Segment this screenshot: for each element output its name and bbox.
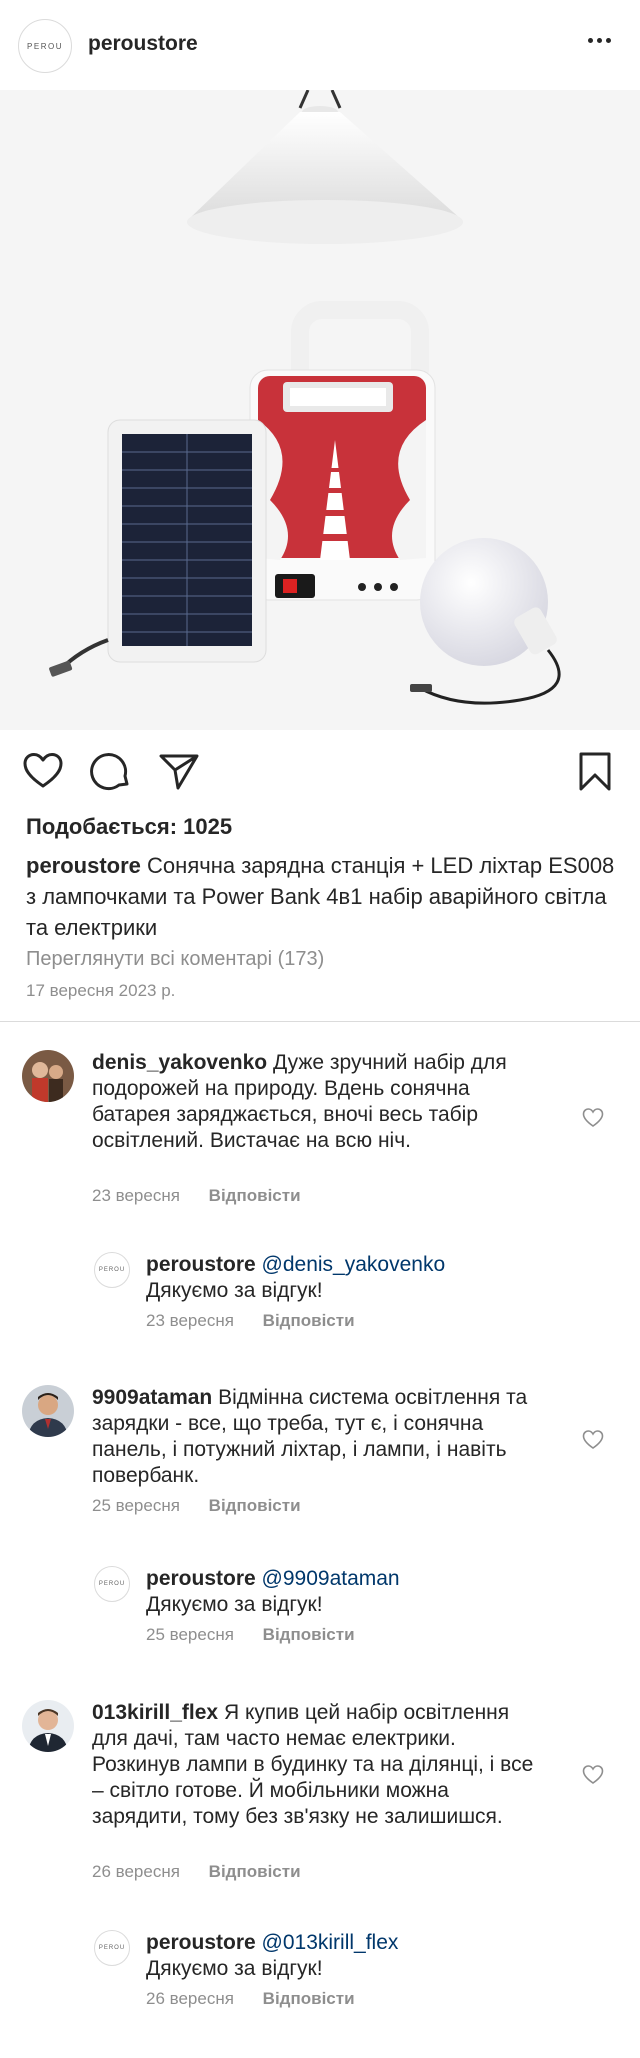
action-bar (0, 740, 640, 802)
reply-button[interactable]: Відповісти (209, 1862, 301, 1881)
reply-date: 23 вересня (146, 1311, 234, 1330)
comment-heart-icon[interactable] (582, 1429, 604, 1451)
reply-text-block: peroustore @9909ataman Дякуємо за відгук… (146, 1566, 546, 1618)
reply-date: 26 вересня (146, 1989, 234, 2008)
reply-username[interactable]: peroustore (146, 1567, 256, 1590)
avatar-logo-text: PEROU (98, 1945, 126, 1951)
reply-username[interactable]: peroustore (146, 1253, 256, 1276)
reply-button[interactable]: Відповісти (263, 1989, 355, 2008)
reply-text: Дякуємо за відгук! (146, 1593, 323, 1616)
comment-date: 23 вересня (92, 1186, 180, 1205)
reply-text-block: peroustore @denis_yakovenko Дякуємо за в… (146, 1252, 546, 1304)
avatar-logo-text: PEROU (98, 1581, 126, 1587)
heart-icon[interactable] (22, 750, 64, 792)
store-avatar[interactable]: PEROU (18, 19, 72, 73)
store-avatar[interactable]: PEROU (94, 1252, 130, 1288)
post-header: PEROU peroustore (0, 0, 640, 90)
reply-button[interactable]: Відповісти (209, 1496, 301, 1515)
reply-mention[interactable]: @013kirill_flex (262, 1931, 399, 1954)
avatar-logo-text: PEROU (27, 41, 63, 51)
comment-meta: 25 вересня Відповісти (92, 1496, 301, 1516)
reply-button[interactable]: Відповісти (263, 1311, 355, 1330)
reply-meta: 26 вересня Відповісти (146, 1989, 355, 2009)
header-username[interactable]: peroustore (88, 32, 198, 56)
reply-username[interactable]: peroustore (146, 1931, 256, 1954)
comment-meta: 23 вересня Відповісти (92, 1186, 301, 1206)
comment-text-block: 9909ataman Відмінна система освітлення т… (92, 1385, 542, 1489)
reply-button[interactable]: Відповісти (209, 1186, 301, 1205)
store-avatar[interactable]: PEROU (94, 1566, 130, 1602)
more-icon[interactable] (588, 38, 618, 52)
post-image[interactable] (0, 90, 640, 730)
comment-username[interactable]: denis_yakovenko (92, 1051, 267, 1074)
reply-text-block: peroustore @013kirill_flex Дякуємо за ві… (146, 1930, 546, 1982)
caption-username[interactable]: peroustore (26, 853, 141, 878)
comment-icon[interactable] (90, 750, 132, 792)
comment-username[interactable]: 013kirill_flex (92, 1701, 218, 1724)
reply-date: 25 вересня (146, 1625, 234, 1644)
comment-heart-icon[interactable] (582, 1107, 604, 1129)
instagram-post: PEROU peroustore Подобається: 1025 perou… (0, 0, 640, 2058)
share-icon[interactable] (158, 750, 200, 792)
avatar[interactable] (22, 1050, 74, 1102)
likes-count[interactable]: Подобається: 1025 (26, 814, 232, 840)
comment-text-block: denis_yakovenko Дуже зручний набір для п… (92, 1050, 542, 1154)
view-all-comments-link[interactable]: Переглянути всі коментарі (173) (26, 948, 324, 971)
post-date: 17 вересня 2023 р. (26, 981, 176, 1000)
comment-username[interactable]: 9909ataman (92, 1386, 212, 1409)
likes-value: 1025 (183, 814, 233, 839)
avatar[interactable] (22, 1385, 74, 1437)
reply-mention[interactable]: @9909ataman (262, 1567, 400, 1590)
divider (0, 1021, 640, 1022)
avatar[interactable] (22, 1700, 74, 1752)
store-avatar[interactable]: PEROU (94, 1930, 130, 1966)
comment-date: 26 вересня (92, 1862, 180, 1881)
comment-date: 25 вересня (92, 1496, 180, 1515)
reply-meta: 25 вересня Відповісти (146, 1625, 355, 1645)
reply-button[interactable]: Відповісти (263, 1625, 355, 1644)
avatar-logo-text: PEROU (98, 1267, 126, 1273)
comment-text-block: 013kirill_flex Я купив цей набір освітле… (92, 1700, 542, 1830)
reply-text: Дякуємо за відгук! (146, 1279, 323, 1302)
comment-meta: 26 вересня Відповісти (92, 1862, 301, 1882)
product-illustration (0, 90, 640, 730)
reply-mention[interactable]: @denis_yakovenko (262, 1253, 446, 1276)
post-caption: peroustore Сонячна зарядна станція + LED… (26, 850, 616, 943)
reply-meta: 23 вересня Відповісти (146, 1311, 355, 1331)
bookmark-icon[interactable] (574, 750, 616, 792)
reply-text: Дякуємо за відгук! (146, 1957, 323, 1980)
likes-label: Подобається: (26, 814, 178, 839)
comment-heart-icon[interactable] (582, 1764, 604, 1786)
